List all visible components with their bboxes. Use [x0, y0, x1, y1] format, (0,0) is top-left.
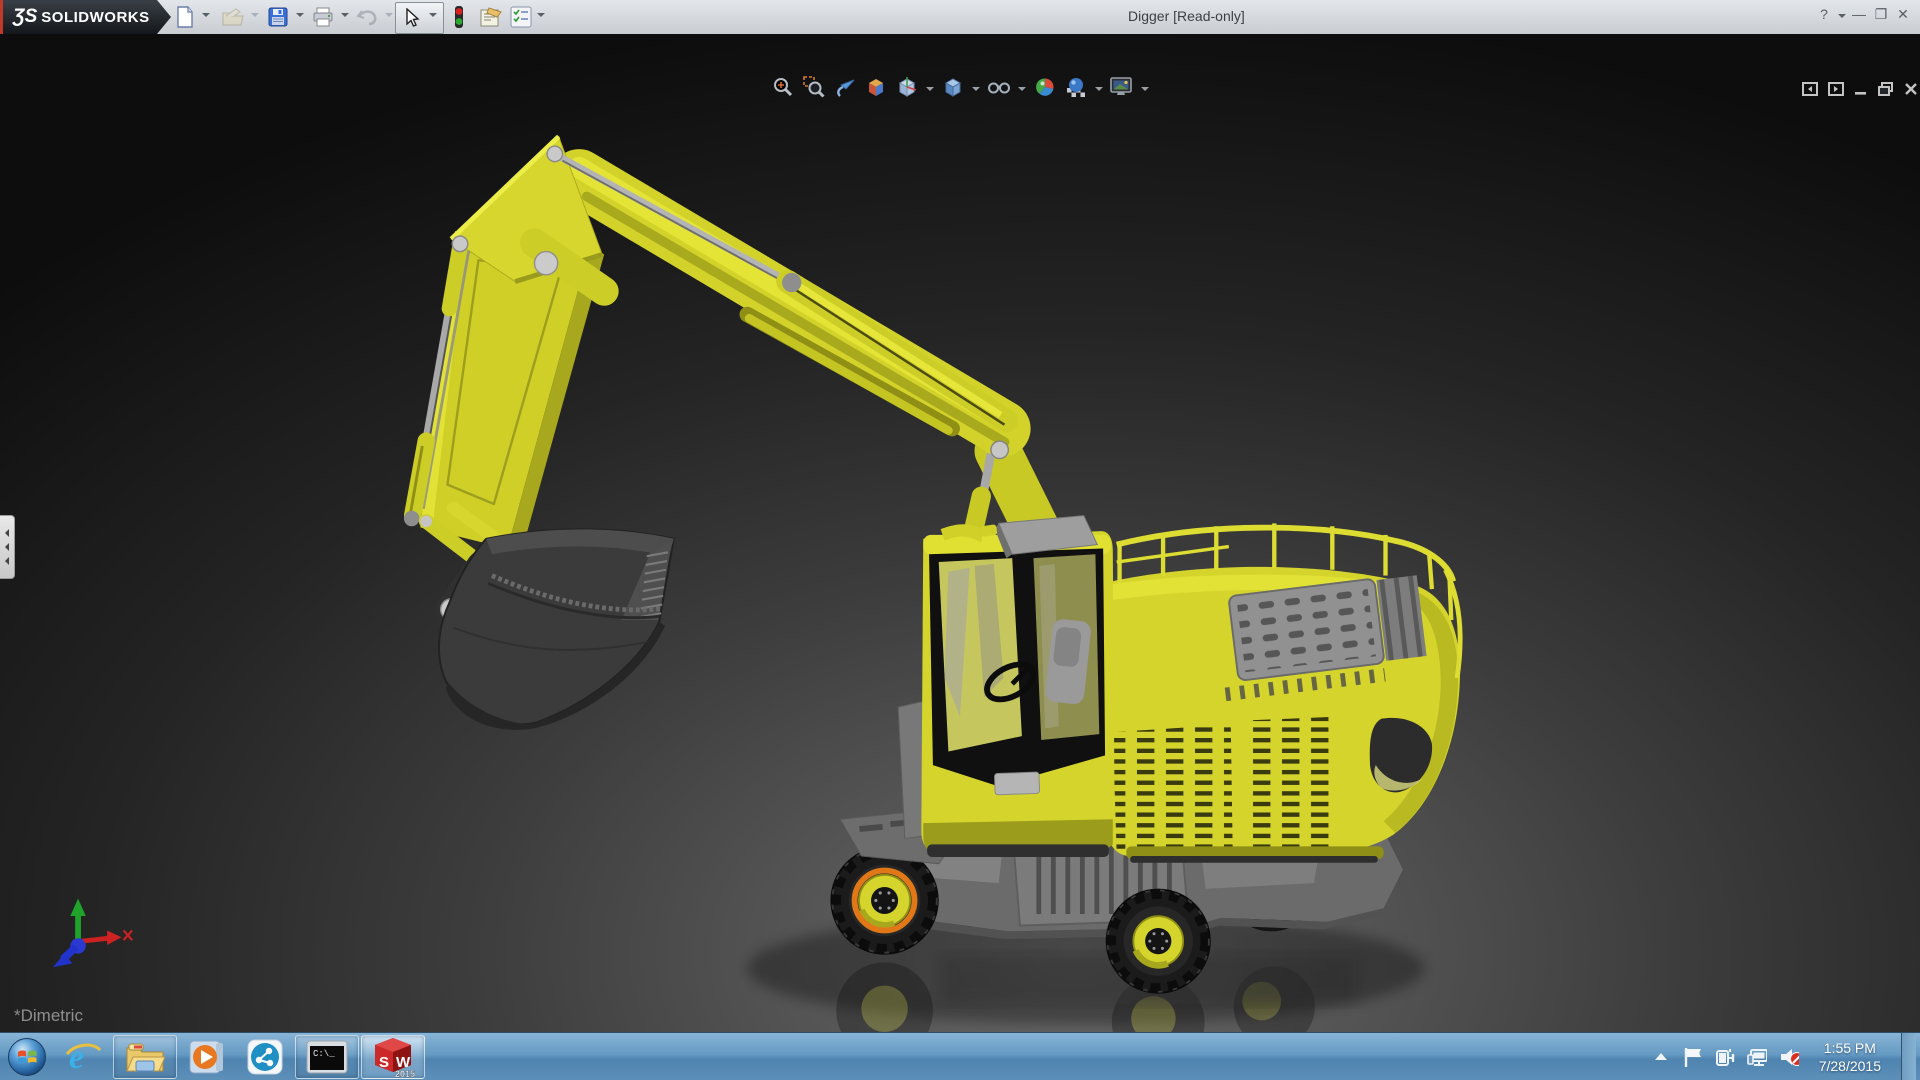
- open-folder-icon: [222, 8, 244, 26]
- select-tool-dropdown[interactable]: [429, 13, 437, 21]
- share-app-icon: [247, 1039, 283, 1075]
- undo-button[interactable]: [354, 3, 380, 31]
- design-checklist-dropdown[interactable]: [537, 13, 545, 21]
- new-document-icon: [177, 6, 193, 28]
- taskbar-command-prompt[interactable]: C:\_: [295, 1035, 359, 1079]
- media-player-icon: [189, 1040, 223, 1074]
- sw-letter-s: S: [379, 1054, 389, 1071]
- title-bar: ƷS SOLIDWORKS Digger [Read-only] ? — ❐ ✕: [0, 0, 1920, 35]
- system-tray: 1:55 PM 7/28/2015: [1651, 1033, 1920, 1080]
- traffic-light-icon: [455, 6, 463, 28]
- taskbar-clock[interactable]: 1:55 PM 7/28/2015: [1811, 1039, 1889, 1075]
- help-dropdown[interactable]: [1838, 14, 1846, 22]
- command-prompt-icon: C:\_: [306, 1040, 348, 1074]
- taskbar-windows-explorer[interactable]: [113, 1035, 177, 1079]
- screen-left-red-edge: [0, 0, 3, 34]
- view-orientation-label: *Dimetric: [14, 1006, 83, 1025]
- design-checklist-button[interactable]: [508, 3, 534, 31]
- help-button[interactable]: ?: [1816, 6, 1832, 22]
- save-button[interactable]: [265, 3, 291, 31]
- solidworks-logo-text: SOLIDWORKS: [41, 8, 150, 26]
- network-monitor-icon: [1746, 1049, 1767, 1066]
- undo-dropdown[interactable]: [385, 13, 393, 21]
- network-status-button[interactable]: [1746, 1046, 1767, 1068]
- volume-muted-icon: [1780, 1049, 1799, 1066]
- print-button[interactable]: [310, 3, 336, 31]
- select-tool-button[interactable]: [399, 4, 425, 32]
- display-states-button[interactable]: [446, 3, 472, 31]
- save-dropdown[interactable]: [296, 13, 304, 21]
- clock-date: 7/28/2015: [1818, 1058, 1881, 1074]
- solidworks-logo-mark: ƷS: [13, 6, 38, 27]
- printer-icon: [313, 7, 333, 27]
- side-vents-left: [1112, 724, 1233, 853]
- wheel-front-left[interactable]: [831, 847, 937, 953]
- new-document-button[interactable]: [172, 3, 198, 31]
- save-floppy-icon: [268, 7, 288, 27]
- solidworks-2015-icon: S W 2015: [375, 1038, 415, 1078]
- app-restore-button[interactable]: ❐: [1872, 6, 1890, 23]
- viewport-canvas[interactable]: *Dimetric: [0, 34, 1920, 1032]
- wheel-rear-left: [1107, 890, 1210, 993]
- power-status-button[interactable]: [1715, 1046, 1735, 1068]
- folder-icon: [126, 1043, 165, 1072]
- app-minimize-button[interactable]: —: [1850, 6, 1868, 22]
- reference-triad: [52, 898, 133, 968]
- bucket: [438, 528, 675, 730]
- side-vents-right: [1242, 716, 1336, 851]
- power-plug-icon: [1715, 1049, 1734, 1066]
- windows-start-orb-icon: [8, 1038, 46, 1076]
- cursor-arrow-icon: [406, 8, 420, 27]
- note-edit-icon: [480, 7, 502, 27]
- print-dropdown[interactable]: [341, 13, 349, 21]
- taskbar-solidworks[interactable]: S W 2015: [361, 1035, 425, 1079]
- taskbar-media-player[interactable]: [179, 1036, 235, 1078]
- start-button[interactable]: [1, 1036, 53, 1078]
- excavator-model: [52, 134, 1463, 1032]
- action-center-button[interactable]: [1683, 1046, 1703, 1068]
- open-document-dropdown[interactable]: [251, 13, 259, 21]
- taskbar-share-app[interactable]: [237, 1036, 293, 1078]
- taskbar: e C:\_ S W 2015 1:55 PM 7/28/2015: [0, 1032, 1920, 1080]
- internet-explorer-icon: e: [65, 1039, 102, 1076]
- solidworks-logo: ƷS SOLIDWORKS: [3, 0, 171, 34]
- show-hidden-icons-button[interactable]: [1651, 1046, 1671, 1068]
- comment-note-button[interactable]: [478, 3, 504, 31]
- machine-body: [1103, 523, 1463, 863]
- show-desktop-button[interactable]: [1901, 1033, 1916, 1080]
- clock-time: 1:55 PM: [1823, 1040, 1876, 1056]
- flag-icon: [1684, 1048, 1701, 1067]
- sw-year: 2015: [395, 1069, 415, 1078]
- triad-x-label: [122, 929, 133, 941]
- cab: [897, 515, 1115, 857]
- window-title: Digger [Read-only]: [1128, 8, 1245, 24]
- open-document-button[interactable]: [220, 3, 246, 31]
- taskbar-internet-explorer[interactable]: e: [55, 1036, 111, 1078]
- new-document-dropdown[interactable]: [202, 13, 210, 21]
- cmd-prompt-glyph: C:\_: [313, 1049, 335, 1059]
- up-arrow-icon: [1654, 1053, 1667, 1060]
- app-close-button[interactable]: ✕: [1894, 6, 1912, 23]
- undo-arrow-icon: [356, 10, 377, 26]
- checklist-icon: [510, 6, 532, 28]
- volume-button[interactable]: [1779, 1046, 1799, 1068]
